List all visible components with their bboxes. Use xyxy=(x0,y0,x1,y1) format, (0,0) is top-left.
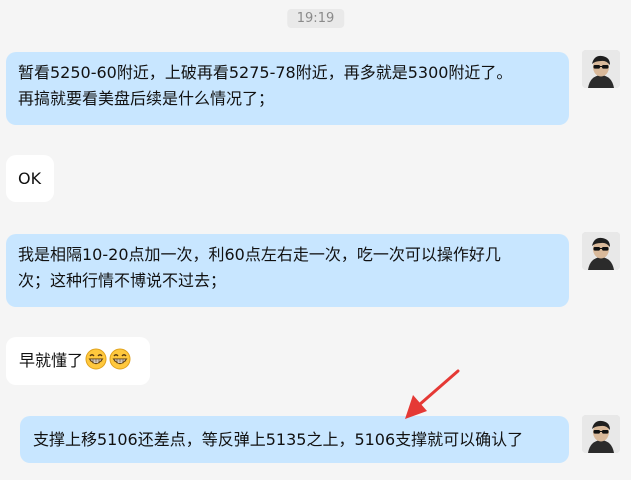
message-bubble-outgoing[interactable]: 我是相隔10-20点加一次，利60点左右走一次，吃一次可以操作好几 次；这种行情… xyxy=(6,234,569,307)
message-timestamp: 19:19 xyxy=(286,9,345,28)
message-text-line: 暂看5250-60附近，上破再看5275-78附近，再多就是5300附近了。 xyxy=(18,63,513,82)
message-text-line: 次；这种行情不博说不过去； xyxy=(18,271,227,290)
avatar-photo-icon xyxy=(582,50,620,88)
grin-emoji-icon xyxy=(85,348,107,370)
chat-window: 19:19 暂看5250-60附近，上破再看5275-78附近，再多就是5300… xyxy=(0,0,631,480)
message-bubble-incoming[interactable]: 早就懂了 xyxy=(6,337,150,385)
grin-emoji-icon xyxy=(109,348,131,370)
arrow-annotation-icon xyxy=(405,369,460,419)
avatar-photo-icon xyxy=(582,415,620,453)
avatar[interactable] xyxy=(582,50,620,88)
message-bubble-outgoing[interactable]: 支撑上移5106还差点，等反弹上5135之上，5106支撑就可以确认了 xyxy=(20,416,569,463)
avatar[interactable] xyxy=(582,232,620,270)
message-text: 早就懂了 xyxy=(19,351,84,370)
message-text-line: 我是相隔10-20点加一次，利60点左右走一次，吃一次可以操作好几 xyxy=(18,245,501,264)
message-bubble-outgoing[interactable]: 暂看5250-60附近，上破再看5275-78附近，再多就是5300附近了。 再… xyxy=(6,52,569,125)
avatar[interactable] xyxy=(582,415,620,453)
avatar-photo-icon xyxy=(582,232,620,270)
message-bubble-incoming[interactable]: OK xyxy=(6,155,54,202)
message-text-line: 再搞就要看美盘后续是什么情况了； xyxy=(18,89,275,108)
message-text: 支撑上移5106还差点，等反弹上5135之上，5106支撑就可以确认了 xyxy=(33,430,524,449)
message-text: OK xyxy=(18,169,42,188)
